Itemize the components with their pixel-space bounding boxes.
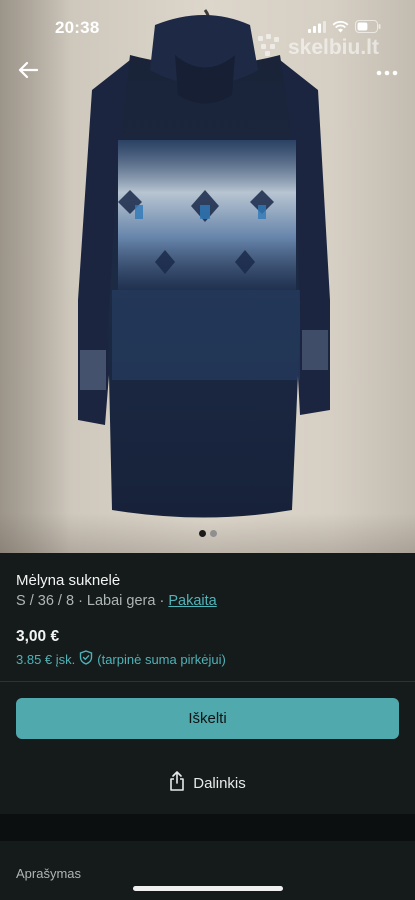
- watermark: skelbiu.lt: [256, 34, 379, 62]
- watermark-text: skelbiu.lt: [287, 36, 379, 59]
- gallery-dot[interactable]: [198, 530, 206, 537]
- status-time: 20:38: [55, 18, 100, 37]
- description-label: Aprašymas: [16, 866, 82, 881]
- listing-photo[interactable]: [0, 0, 415, 553]
- more-horizontal-icon: [376, 63, 398, 81]
- divider: [0, 681, 415, 682]
- share-icon: [169, 771, 185, 795]
- shield-check-icon: [79, 650, 93, 668]
- price-with-fee[interactable]: 3.85 € įsk. (tarpinė suma pirkėjui): [16, 650, 226, 668]
- price-incl-note: (tarpinė suma pirkėjui): [97, 651, 226, 667]
- item-price: 3,00 €: [16, 628, 60, 645]
- watermark-logo-icon: [256, 34, 282, 62]
- price-incl-value: 3.85 € įsk.: [16, 651, 76, 667]
- brand-link[interactable]: Pakaita: [168, 593, 216, 609]
- gallery-dot[interactable]: [209, 530, 217, 537]
- item-meta: S / 36 / 8 · Labai gera · Pakaita: [16, 593, 217, 609]
- gallery-pagination[interactable]: [0, 530, 415, 537]
- item-title: Mėlyna suknelė: [16, 572, 121, 589]
- item-details: Mėlyna suknelė S / 36 / 8 · Labai gera ·…: [0, 553, 415, 900]
- dress-image: [78, 9, 330, 518]
- bump-button[interactable]: Iškelti: [16, 698, 399, 739]
- more-options-button[interactable]: [373, 58, 401, 86]
- item-size-condition: S / 36 / 8 · Labai gera ·: [16, 593, 169, 609]
- back-button[interactable]: [14, 58, 42, 86]
- share-button[interactable]: Dalinkis: [0, 771, 415, 795]
- home-indicator[interactable]: [133, 886, 283, 891]
- section-separator: [0, 814, 415, 841]
- share-label: Dalinkis: [193, 774, 246, 792]
- back-arrow-icon: [18, 61, 39, 84]
